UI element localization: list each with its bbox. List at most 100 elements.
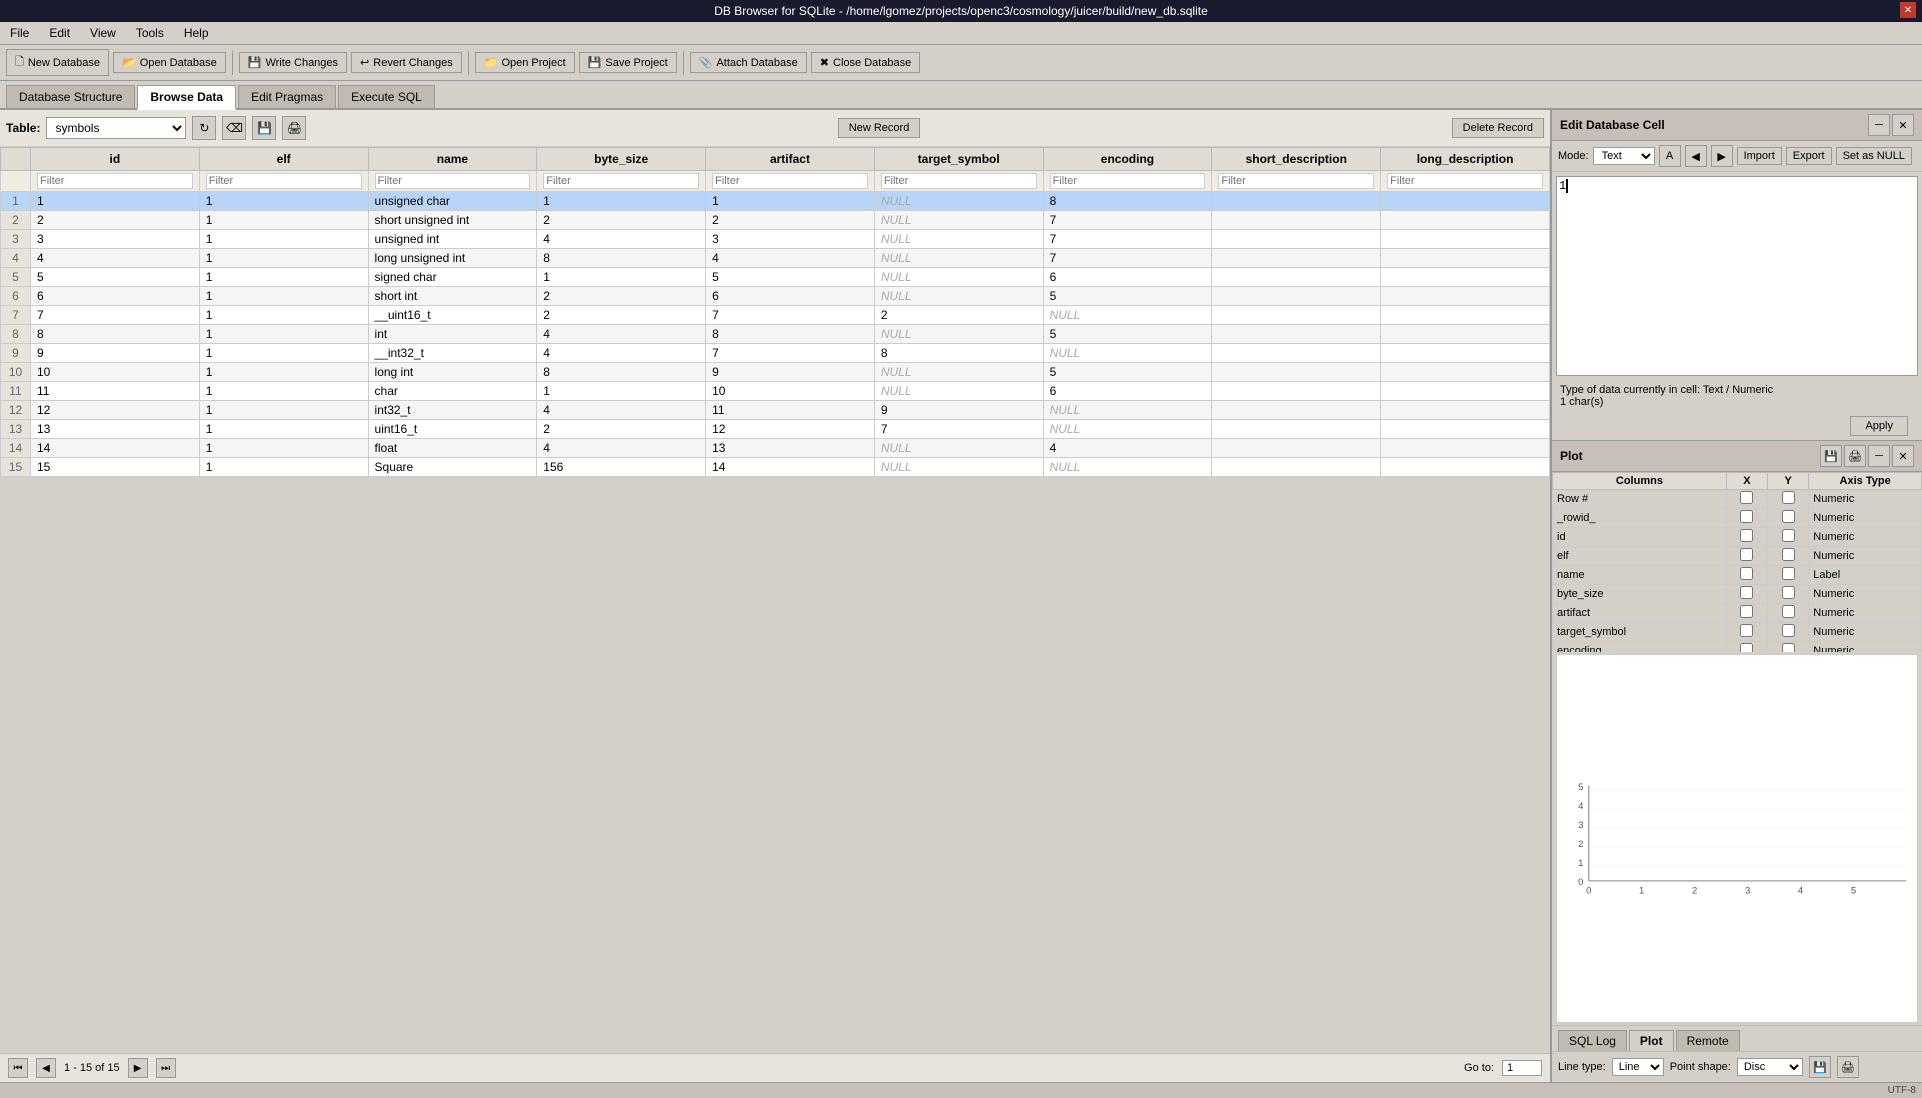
bottom-tab-sql-log[interactable]: SQL Log — [1558, 1030, 1627, 1051]
cell-byte-size[interactable]: 4 — [537, 401, 706, 420]
plot-col-x-cell[interactable] — [1726, 566, 1767, 585]
cell-long-desc[interactable] — [1381, 211, 1550, 230]
filter-id[interactable] — [31, 171, 200, 192]
plot-col-y-checkbox[interactable] — [1782, 567, 1795, 580]
col-header-byte-size[interactable]: byte_size — [537, 148, 706, 171]
cell-long-desc[interactable] — [1381, 192, 1550, 211]
cell-short-desc[interactable] — [1212, 344, 1381, 363]
cell-encoding[interactable]: NULL — [1043, 458, 1212, 477]
close-database-button[interactable]: ✖ Close Database — [811, 52, 921, 73]
mode-select[interactable]: Text Binary Null Real — [1593, 147, 1655, 165]
new-database-button[interactable]: 🗋 New Database — [6, 49, 109, 76]
cell-elf[interactable]: 1 — [199, 306, 368, 325]
cell-long-desc[interactable] — [1381, 401, 1550, 420]
cell-name[interactable]: signed char — [368, 268, 537, 287]
cell-encoding[interactable]: 5 — [1043, 325, 1212, 344]
cell-byte-size[interactable]: 2 — [537, 420, 706, 439]
cell-elf[interactable]: 1 — [199, 420, 368, 439]
cell-long-desc[interactable] — [1381, 268, 1550, 287]
cell-byte-size[interactable]: 4 — [537, 230, 706, 249]
cell-short-desc[interactable] — [1212, 401, 1381, 420]
cell-id[interactable]: 11 — [31, 382, 200, 401]
cell-elf[interactable]: 1 — [199, 458, 368, 477]
cell-name[interactable]: short int — [368, 287, 537, 306]
plot-col-x-cell[interactable] — [1726, 642, 1767, 653]
cell-artifact[interactable]: 14 — [706, 458, 875, 477]
cell-byte-size[interactable]: 2 — [537, 306, 706, 325]
cell-elf[interactable]: 1 — [199, 192, 368, 211]
plot-col-x-checkbox[interactable] — [1740, 491, 1753, 504]
clear-filter-button[interactable]: ⌫ — [222, 116, 246, 140]
goto-input[interactable] — [1502, 1060, 1542, 1076]
plot-col-x-cell[interactable] — [1726, 490, 1767, 509]
cell-elf[interactable]: 1 — [199, 287, 368, 306]
plot-col-x-cell[interactable] — [1726, 623, 1767, 642]
cell-elf[interactable]: 1 — [199, 249, 368, 268]
filter-elf[interactable] — [199, 171, 368, 192]
plot-col-y-checkbox[interactable] — [1782, 643, 1795, 652]
cell-name[interactable]: unsigned char — [368, 192, 537, 211]
cell-id[interactable]: 4 — [31, 249, 200, 268]
menu-edit[interactable]: Edit — [43, 24, 76, 42]
plot-col-x-cell[interactable] — [1726, 547, 1767, 566]
plot-col-y-checkbox[interactable] — [1782, 624, 1795, 637]
import-button[interactable]: Import — [1737, 147, 1782, 165]
cell-id[interactable]: 12 — [31, 401, 200, 420]
cell-artifact[interactable]: 7 — [706, 344, 875, 363]
cell-artifact[interactable]: 1 — [706, 192, 875, 211]
col-header-long-desc[interactable]: long_description — [1381, 148, 1550, 171]
edit-cell-minimize[interactable]: ─ — [1868, 114, 1890, 136]
filter-elf-input[interactable] — [206, 173, 362, 189]
export-button[interactable]: Export — [1786, 147, 1832, 165]
menu-help[interactable]: Help — [178, 24, 215, 42]
table-row[interactable]: 4 4 1 long unsigned int 8 4 NULL 7 — [1, 249, 1550, 268]
cell-short-desc[interactable] — [1212, 192, 1381, 211]
cell-byte-size[interactable]: 4 — [537, 439, 706, 458]
set-null-button[interactable]: Set as NULL — [1836, 147, 1912, 165]
save-filter-button[interactable]: 💾 — [252, 116, 276, 140]
open-project-button[interactable]: 📁 Open Project — [475, 52, 575, 73]
cell-long-desc[interactable] — [1381, 420, 1550, 439]
bottom-tab-plot[interactable]: Plot — [1629, 1030, 1674, 1051]
cell-encoding[interactable]: 6 — [1043, 268, 1212, 287]
cell-encoding[interactable]: NULL — [1043, 420, 1212, 439]
plot-col-y-cell[interactable] — [1768, 528, 1809, 547]
table-row[interactable]: 1 1 1 unsigned char 1 1 NULL 8 — [1, 192, 1550, 211]
cell-id[interactable]: 15 — [31, 458, 200, 477]
filter-byte-size[interactable] — [537, 171, 706, 192]
plot-col-y-cell[interactable] — [1768, 585, 1809, 604]
cell-target-symbol[interactable]: NULL — [874, 192, 1043, 211]
plot-col-y-cell[interactable] — [1768, 547, 1809, 566]
cell-long-desc[interactable] — [1381, 363, 1550, 382]
col-header-target-symbol[interactable]: target_symbol — [874, 148, 1043, 171]
next-page-button[interactable]: ▶ — [128, 1058, 148, 1078]
cell-short-desc[interactable] — [1212, 382, 1381, 401]
cell-target-symbol[interactable]: NULL — [874, 211, 1043, 230]
prev-page-button[interactable]: ◀ — [36, 1058, 56, 1078]
cell-short-desc[interactable] — [1212, 458, 1381, 477]
cell-short-desc[interactable] — [1212, 287, 1381, 306]
cell-byte-size[interactable]: 8 — [537, 249, 706, 268]
plot-col-y-cell[interactable] — [1768, 604, 1809, 623]
cell-elf[interactable]: 1 — [199, 363, 368, 382]
cell-name[interactable]: short unsigned int — [368, 211, 537, 230]
cell-byte-size[interactable]: 4 — [537, 325, 706, 344]
cell-artifact[interactable]: 11 — [706, 401, 875, 420]
cell-artifact[interactable]: 10 — [706, 382, 875, 401]
last-page-button[interactable]: ⏭ — [156, 1058, 176, 1078]
menu-tools[interactable]: Tools — [130, 24, 170, 42]
edit-cell-close[interactable]: ✕ — [1892, 114, 1914, 136]
col-header-id[interactable]: id — [31, 148, 200, 171]
plot-ctrl-save-button[interactable]: 💾 — [1809, 1056, 1831, 1078]
cell-name[interactable]: int32_t — [368, 401, 537, 420]
edit-next-button[interactable]: ▶ — [1711, 145, 1733, 167]
filter-encoding[interactable] — [1043, 171, 1212, 192]
menu-view[interactable]: View — [84, 24, 122, 42]
col-header-artifact[interactable]: artifact — [706, 148, 875, 171]
cell-artifact[interactable]: 12 — [706, 420, 875, 439]
edit-text-icon-button[interactable]: A — [1659, 145, 1681, 167]
cell-byte-size[interactable]: 1 — [537, 382, 706, 401]
cell-target-symbol[interactable]: NULL — [874, 230, 1043, 249]
plot-print-icon[interactable]: 🖨 — [1844, 445, 1866, 467]
table-row[interactable]: 9 9 1 __int32_t 4 7 8 NULL — [1, 344, 1550, 363]
